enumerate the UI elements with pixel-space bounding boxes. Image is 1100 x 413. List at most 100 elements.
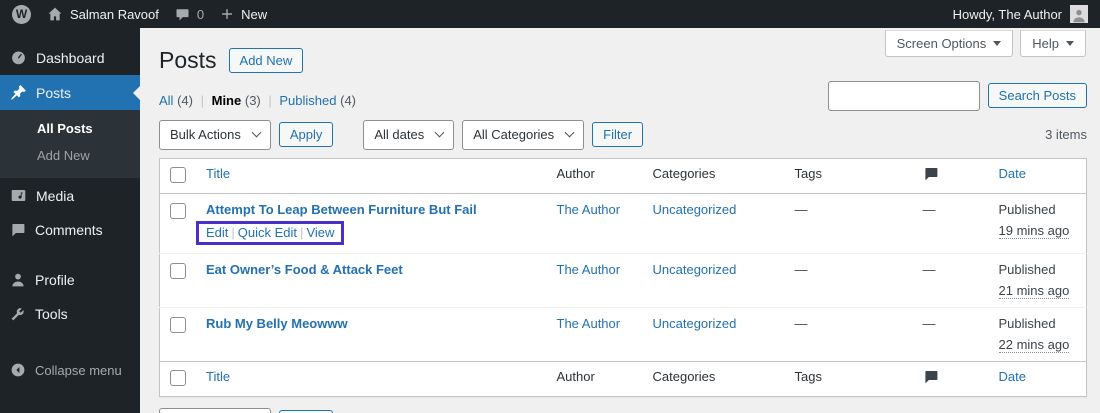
posts-table: Title Author Categories Tags Date Attemp… — [159, 157, 1087, 397]
screen-options-button[interactable]: Screen Options — [884, 30, 1014, 57]
column-header-title[interactable]: Title — [206, 166, 230, 181]
column-footer-tags: Tags — [794, 368, 822, 384]
dashboard-gauge-icon — [10, 49, 27, 66]
page-title: Posts — [159, 47, 217, 73]
edit-link[interactable]: Edit — [206, 225, 228, 240]
site-menu[interactable]: Salman Ravoof — [47, 6, 159, 22]
column-header-tags: Tags — [794, 165, 822, 181]
author-link[interactable]: The Author — [557, 262, 621, 277]
help-button[interactable]: Help — [1020, 30, 1086, 57]
bulk-actions-value: Bulk Actions — [170, 127, 241, 143]
submenu-item-all-posts[interactable]: All Posts — [0, 115, 140, 142]
select-all-checkbox[interactable] — [170, 166, 186, 183]
admin-sidebar: Dashboard Posts All Posts Add New Media … — [0, 28, 140, 413]
filter-all-count: (4) — [177, 92, 193, 108]
quick-edit-link[interactable]: Quick Edit — [238, 225, 297, 240]
row-checkbox[interactable] — [170, 202, 186, 219]
wordpress-logo-icon: W — [12, 4, 31, 24]
sidebar-item-media[interactable]: Media — [0, 178, 140, 213]
row-checkbox[interactable] — [170, 262, 186, 279]
search-posts-button[interactable]: Search Posts — [987, 83, 1087, 109]
bulk-actions-select-bottom[interactable]: Bulk Actions — [159, 407, 271, 413]
sidebar-item-label: Media — [36, 187, 75, 204]
comment-bubble-icon — [175, 7, 190, 22]
comments-count: 0 — [196, 6, 205, 22]
sidebar-item-posts[interactable]: Posts — [0, 75, 140, 110]
action-separator: | — [231, 224, 235, 240]
posts-submenu: All Posts Add New — [0, 110, 140, 178]
filter-all-label: All — [159, 92, 174, 108]
view-link[interactable]: View — [306, 225, 334, 240]
sidebar-item-tools[interactable]: Tools — [0, 297, 140, 331]
filter-mine-count: (3) — [244, 92, 261, 108]
category-link[interactable]: Uncategorized — [653, 202, 737, 217]
category-link[interactable]: Uncategorized — [653, 262, 737, 277]
chevron-down-icon — [434, 127, 445, 138]
tags-value: — — [794, 315, 808, 331]
collapse-menu-button[interactable]: Collapse menu — [0, 353, 140, 387]
filter-button[interactable]: Filter — [592, 122, 644, 148]
all-categories-value: All Categories — [473, 127, 555, 143]
all-dates-value: All dates — [374, 127, 425, 143]
column-header-author: Author — [556, 165, 595, 181]
column-footer-title[interactable]: Title — [206, 369, 230, 384]
category-link[interactable]: Uncategorized — [653, 316, 737, 331]
column-footer-date[interactable]: Date — [999, 369, 1026, 384]
sidebar-item-label: Comments — [35, 222, 103, 238]
author-link[interactable]: The Author — [557, 316, 621, 331]
status-filter-links: All (4) | Mine (3) | Published (4) — [159, 93, 356, 111]
submenu-item-add-new[interactable]: Add New — [0, 142, 140, 169]
sidebar-item-dashboard[interactable]: Dashboard — [0, 40, 140, 75]
all-dates-select[interactable]: All dates — [363, 119, 455, 150]
comments-shortcut[interactable]: 0 — [175, 7, 204, 22]
filter-all-link[interactable]: All — [159, 93, 173, 108]
post-status: Published — [998, 201, 1056, 217]
post-date: 22 mins ago — [998, 336, 1070, 353]
filter-mine-link[interactable]: Mine — [212, 93, 242, 108]
sidebar-item-comments[interactable]: Comments — [0, 213, 140, 247]
sidebar-item-profile[interactable]: Profile — [0, 263, 140, 297]
howdy-text[interactable]: Howdy, The Author — [953, 7, 1062, 22]
bulk-actions-select[interactable]: Bulk Actions — [159, 119, 271, 150]
screen-options-label: Screen Options — [896, 36, 987, 51]
filter-published-count: (4) — [340, 92, 357, 108]
post-title-link[interactable]: Attempt To Leap Between Furniture But Fa… — [206, 202, 477, 217]
new-content-menu[interactable]: New — [220, 7, 267, 22]
post-title-link[interactable]: Rub My Belly Meowww — [206, 316, 348, 331]
row-checkbox[interactable] — [170, 316, 186, 333]
menu-separator — [0, 247, 140, 263]
pushpin-icon — [10, 84, 27, 101]
chevron-down-icon — [1066, 41, 1074, 46]
comments-icon — [10, 222, 26, 238]
row-actions-highlight-box: Edit | Quick Edit | View — [196, 220, 345, 245]
post-row: Eat Owner’s Food & Attack Feet The Autho… — [159, 252, 1087, 308]
post-date: 19 mins ago — [998, 222, 1070, 239]
comments-value: — — [922, 201, 936, 217]
apply-button[interactable]: Apply — [278, 122, 334, 148]
home-icon — [47, 6, 63, 22]
tags-value: — — [794, 201, 808, 217]
post-status: Published — [998, 261, 1056, 277]
column-footer-categories: Categories — [652, 368, 716, 384]
wordpress-logo-menu[interactable]: W — [12, 4, 31, 24]
filter-published-link[interactable]: Published — [279, 93, 336, 108]
post-date: 21 mins ago — [998, 282, 1070, 299]
author-link[interactable]: The Author — [557, 202, 621, 217]
all-categories-select[interactable]: All Categories — [462, 119, 585, 150]
column-header-categories: Categories — [652, 165, 716, 181]
add-new-button[interactable]: Add New — [228, 48, 304, 74]
sidebar-item-label: Profile — [35, 272, 75, 288]
chevron-down-icon — [564, 127, 575, 138]
post-status: Published — [998, 315, 1056, 331]
profile-person-icon — [10, 272, 26, 288]
post-title-link[interactable]: Eat Owner’s Food & Attack Feet — [206, 262, 403, 277]
column-header-date[interactable]: Date — [999, 166, 1026, 181]
search-posts-input[interactable] — [827, 80, 980, 111]
filter-separator: | — [200, 92, 204, 108]
admin-bar: W Salman Ravoof 0 New Howdy, The Author — [0, 0, 1100, 28]
user-avatar[interactable] — [1070, 5, 1088, 23]
chevron-down-icon — [993, 41, 1002, 46]
select-all-checkbox[interactable] — [170, 369, 186, 386]
sidebar-item-label: Tools — [35, 306, 68, 322]
comments-column-icon — [923, 166, 979, 182]
